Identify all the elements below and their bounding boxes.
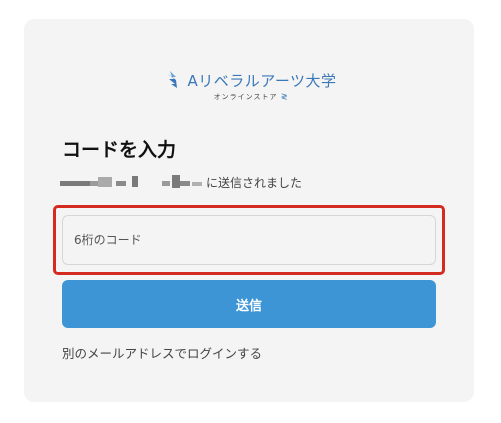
brand-subtitle: オンラインストア	[213, 93, 278, 101]
brand-subtitle-row: オンラインストア ≷	[161, 92, 341, 102]
redacted-email	[60, 174, 206, 190]
send-button[interactable]: 送信	[62, 280, 436, 328]
alternate-email-login-link[interactable]: 別のメールアドレスでログインする	[62, 343, 262, 362]
page-title: コードを入力	[62, 139, 177, 161]
brand-name: Aリベラルアーツ大学	[187, 71, 337, 90]
sent-text: に送信されました	[206, 175, 303, 190]
brand-small-wing-icon: ≷	[280, 92, 289, 101]
brand-logo: Aリベラルアーツ大学 オンラインストア ≷	[161, 69, 341, 109]
verification-code-input[interactable]	[62, 215, 436, 265]
brand-wing-icon	[167, 71, 178, 88]
code-sent-message: に送信されました	[60, 173, 302, 191]
login-card: Aリベラルアーツ大学 オンラインストア ≷ コードを入力 に送信されました 送信…	[24, 19, 474, 402]
